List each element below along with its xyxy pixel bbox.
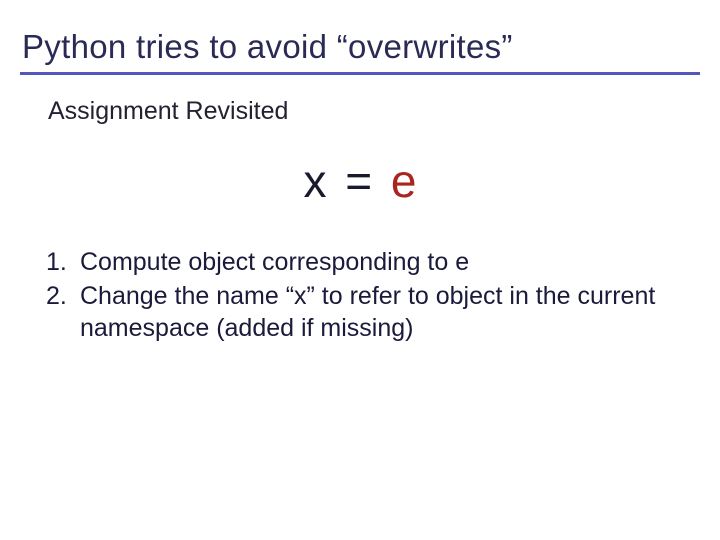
- assignment-expression: x = e: [18, 154, 702, 208]
- list-number: 1.: [46, 246, 80, 278]
- list-text: Compute object corresponding to e: [80, 246, 678, 278]
- list-text: Change the name “x” to refer to object i…: [80, 280, 678, 344]
- subheading: Assignment Revisited: [48, 97, 702, 126]
- list-item: 2. Change the name “x” to refer to objec…: [46, 280, 678, 344]
- list-item: 1. Compute object corresponding to e: [46, 246, 678, 278]
- expr-rhs: e: [391, 155, 417, 207]
- expr-lhs: x: [303, 155, 326, 207]
- expr-operator: =: [339, 155, 378, 207]
- steps-list: 1. Compute object corresponding to e 2. …: [46, 246, 678, 344]
- title-underline: [20, 72, 700, 75]
- slide-title: Python tries to avoid “overwrites”: [18, 28, 702, 66]
- list-number: 2.: [46, 280, 80, 344]
